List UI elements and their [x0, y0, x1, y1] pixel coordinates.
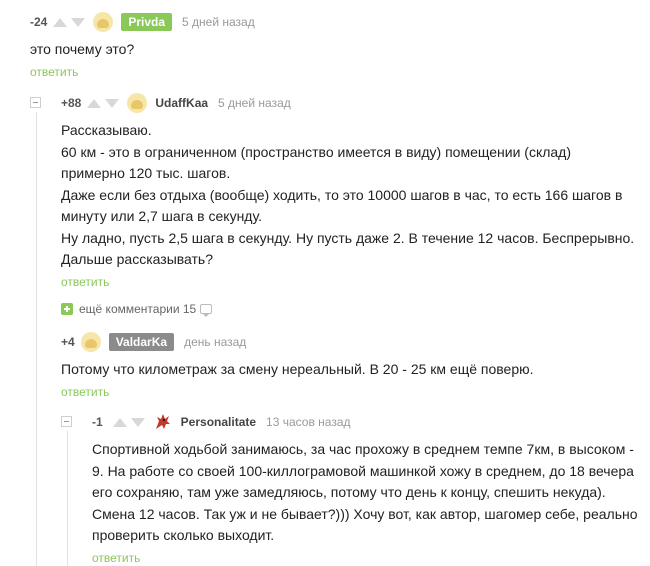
more-comments-button[interactable]: ещё комментарии 15 — [61, 302, 213, 317]
comment-time[interactable]: 5 дней назад — [182, 15, 255, 29]
comment-rating: +4 — [61, 335, 75, 349]
comment-line: Смена 12 часов. Так уж и не бывает?))) Х… — [92, 505, 638, 522]
comment-rating: -24 — [30, 15, 48, 29]
comment-time[interactable]: день назад — [184, 335, 246, 349]
collapse-thread-button[interactable] — [61, 416, 72, 427]
comment-header: +4 ValdarKa день назад — [61, 331, 641, 353]
comment-line: 9. На работе со своей 100-киллограмовой … — [92, 462, 634, 479]
comment-header: +88 UdaffKaa 5 дней назад — [61, 92, 641, 114]
comment-time[interactable]: 5 дней назад — [218, 96, 291, 110]
comment-line: Дальше рассказывать? — [61, 251, 214, 267]
comment-line: 60 км - это в ограниченном (пространство… — [61, 143, 572, 160]
collapse-thread-button[interactable] — [30, 97, 41, 108]
comment-text: Рассказываю. 60 км - это в ограниченном … — [61, 120, 641, 271]
upvote-icon[interactable] — [53, 17, 68, 27]
dragon-avatar-icon[interactable] — [153, 412, 173, 432]
comment-valdarka: +4 ValdarKa день назад Потому что киломе… — [61, 331, 641, 401]
reply-link[interactable]: ответить — [30, 65, 78, 79]
comment-line: Рассказываю. — [61, 122, 152, 138]
reply-link[interactable]: ответить — [61, 275, 109, 289]
more-comments-label: ещё комментарии 15 — [79, 302, 197, 316]
comment-text: Потому что километраж за смену нереальны… — [61, 361, 534, 377]
comment-text: Спортивной ходьбой занимаюсь, за час про… — [92, 439, 647, 547]
comment-line: его сохраняю, там уже замедляюсь, потому… — [92, 484, 606, 500]
comment-personalitate: -1 Personalitate 13 часов назад Спортивн… — [92, 411, 647, 566]
comment-privda: -24 Privda 5 дней назад это почему это? … — [30, 11, 630, 81]
author-name[interactable]: UdaffKaa — [155, 96, 208, 110]
comment-line: Спортивной ходьбой занимаюсь, за час про… — [92, 441, 634, 457]
upvote-icon[interactable] — [87, 98, 102, 108]
comment-rating: -1 — [92, 415, 103, 429]
comment-rating: +88 — [61, 96, 82, 110]
comment-line: Ну ладно, пусть 2,5 шага в секунду. Ну п… — [61, 229, 635, 246]
comment-text: это почему это? — [30, 41, 135, 57]
downvote-icon[interactable] — [71, 17, 86, 27]
upvote-icon[interactable] — [112, 417, 127, 427]
comment-bubble-icon — [200, 304, 213, 317]
author-name[interactable]: ValdarKa — [108, 333, 175, 351]
expand-plus-icon — [61, 303, 73, 315]
downvote-icon[interactable] — [130, 417, 145, 427]
reply-link[interactable]: ответить — [92, 551, 140, 565]
thread-line[interactable] — [67, 431, 68, 566]
reply-link[interactable]: ответить — [61, 385, 109, 399]
avatar[interactable] — [80, 332, 101, 352]
author-name[interactable]: Personalitate — [181, 415, 256, 429]
comment-header: -1 Personalitate 13 часов назад — [92, 411, 647, 433]
comment-line: примерно 120 тыс. шагов. — [61, 165, 231, 181]
thread-line[interactable] — [36, 112, 37, 566]
comment-line: минуту или 2,7 шага в секунду. — [61, 208, 262, 224]
comment-line: проверить сколько выходит. — [92, 527, 275, 543]
downvote-icon[interactable] — [105, 98, 120, 108]
avatar[interactable] — [127, 93, 148, 113]
comment-header: -24 Privda 5 дней назад — [30, 11, 630, 33]
comment-line: Даже если без отдыха (вообще) ходить, то… — [61, 186, 623, 203]
author-name[interactable]: Privda — [121, 13, 173, 31]
comment-time[interactable]: 13 часов назад — [266, 415, 350, 429]
comment-udaffkaa: +88 UdaffKaa 5 дней назад Рассказываю. 6… — [61, 92, 641, 291]
avatar[interactable] — [93, 12, 114, 32]
